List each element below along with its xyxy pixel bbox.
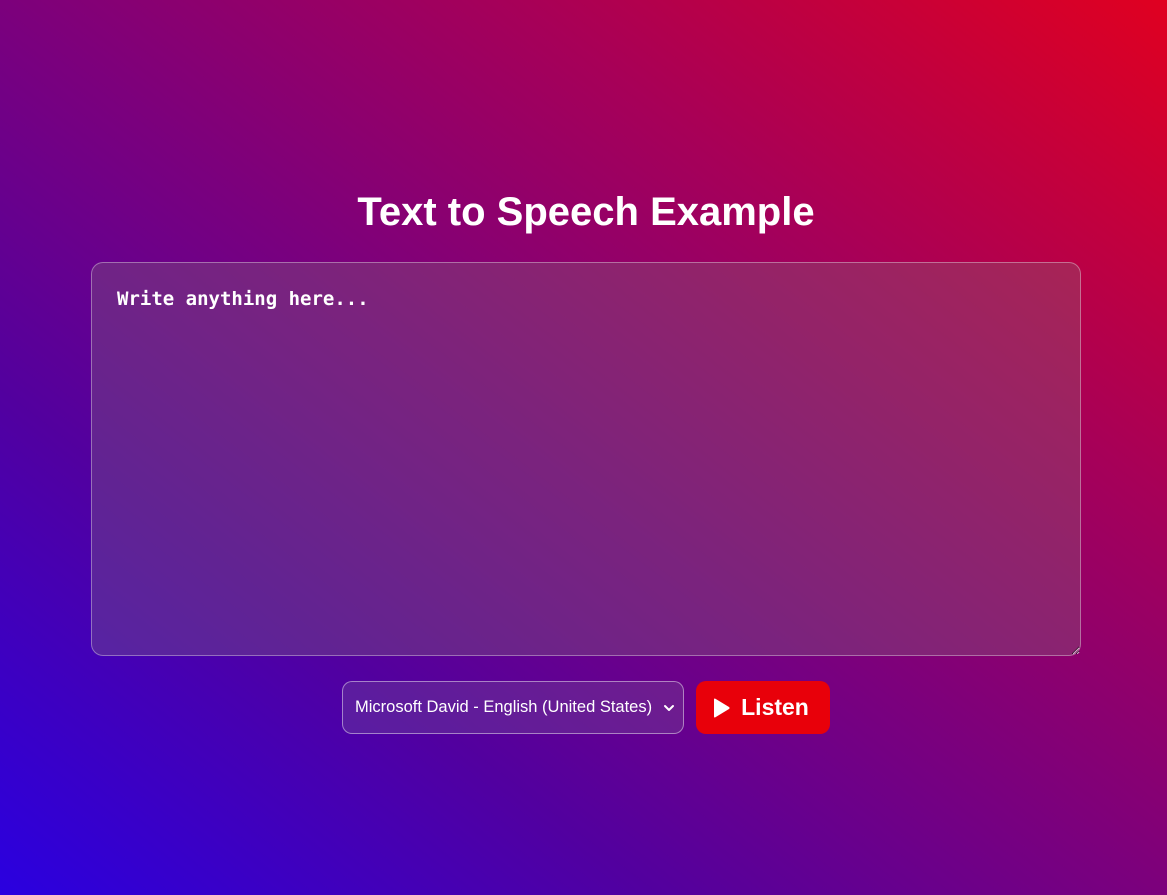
- page: { "header": { "title": "Text to Speech E…: [0, 0, 1167, 895]
- listen-button[interactable]: Listen: [696, 681, 830, 734]
- play-icon: [714, 698, 730, 717]
- voice-select[interactable]: Microsoft David - English (United States…: [342, 681, 684, 734]
- listen-button-label: Listen: [741, 694, 809, 720]
- controls-bar: Microsoft David - English (United States…: [91, 681, 1081, 734]
- voice-select-value: Microsoft David - English (United States…: [355, 698, 653, 716]
- speech-text-input[interactable]: [91, 262, 1081, 656]
- page-title: Text to Speech Example: [357, 190, 815, 234]
- chevron-down-icon: [664, 705, 674, 711]
- tts-container: Text to Speech Example Microsoft David -…: [91, 186, 1081, 734]
